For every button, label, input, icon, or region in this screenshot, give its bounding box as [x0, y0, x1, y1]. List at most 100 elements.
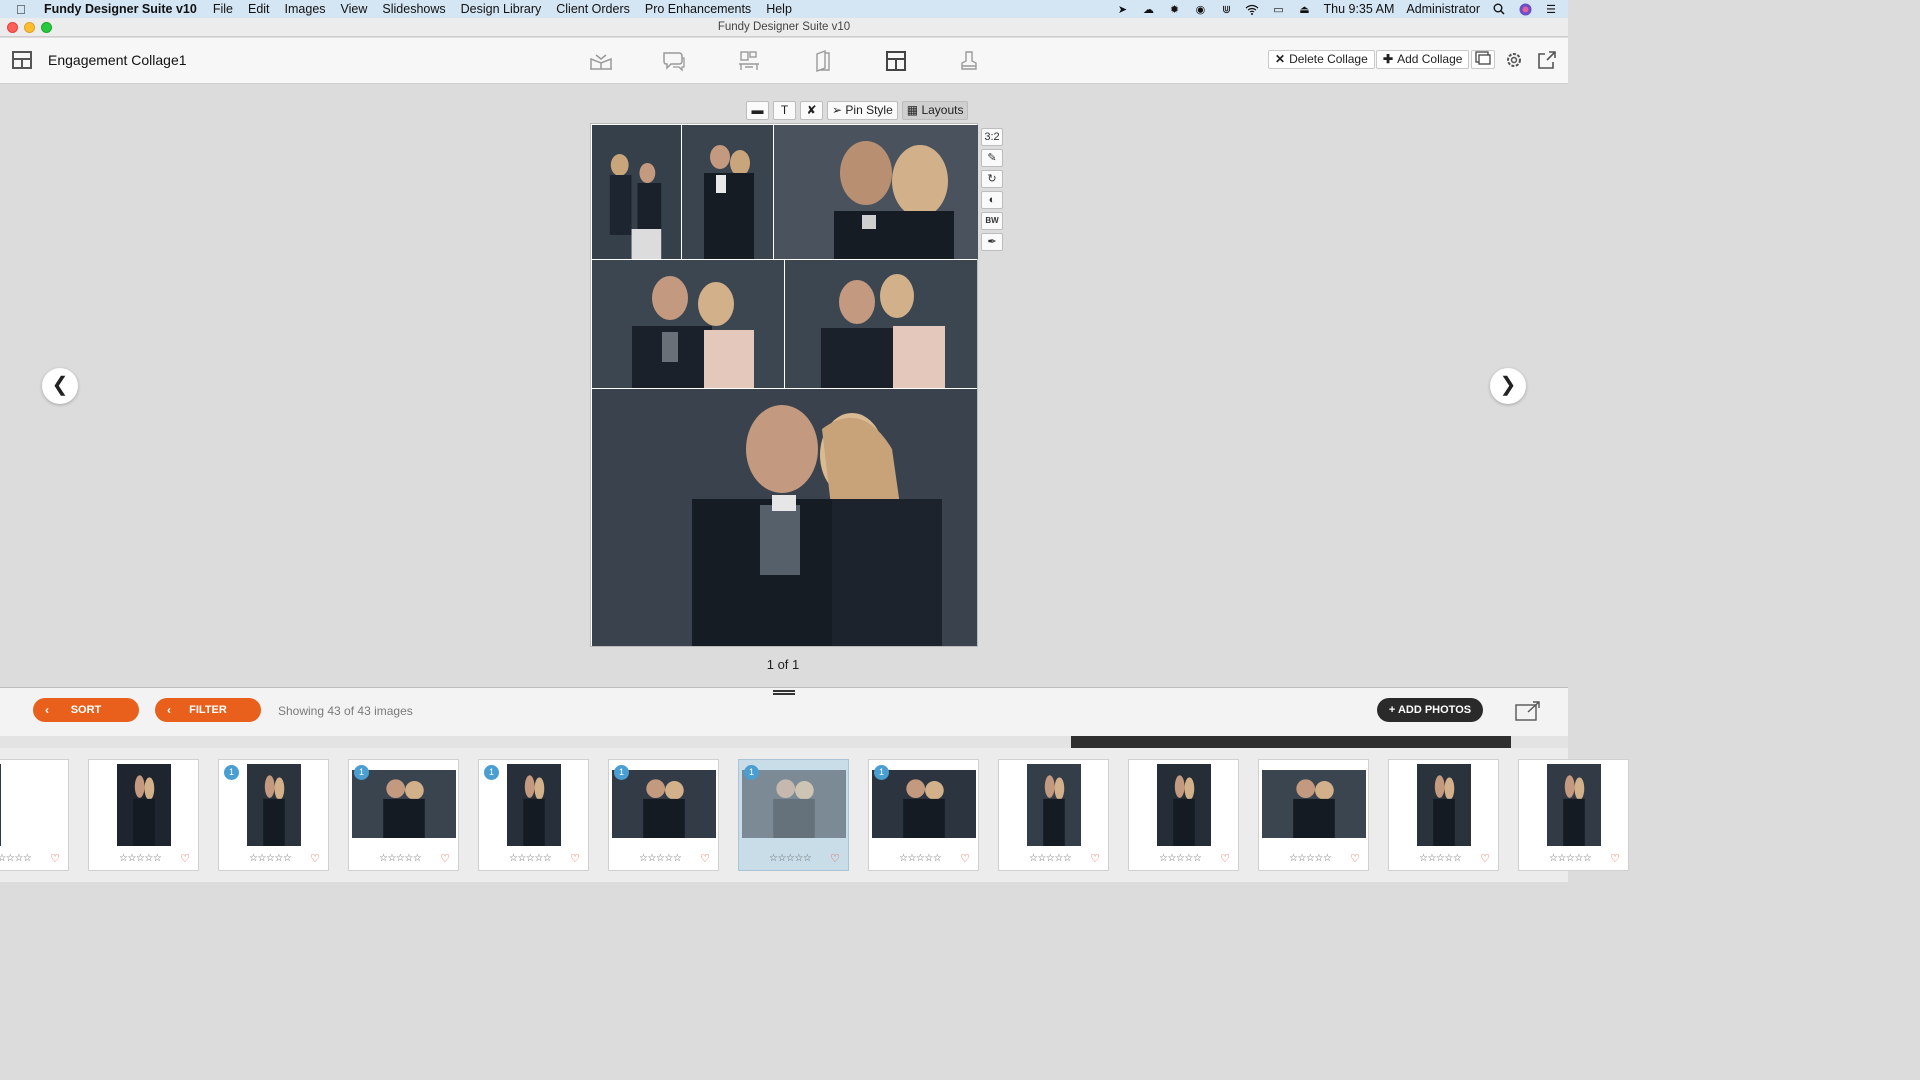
- star-rating[interactable]: ☆☆☆☆☆: [1419, 853, 1462, 864]
- filmstrip-thumbnail[interactable]: ☆☆☆☆☆ ♡: [88, 759, 199, 871]
- filmstrip-thumbnail[interactable]: ☆☆☆☆☆ ♡: [1258, 759, 1369, 871]
- add-collage-button[interactable]: ✚ Add Collage: [1376, 50, 1470, 69]
- filmstrip-thumbnail[interactable]: 1 ☆☆☆☆☆ ♡: [868, 759, 979, 871]
- menu-help[interactable]: Help: [766, 2, 792, 16]
- menu-images[interactable]: Images: [285, 2, 326, 16]
- resize-grip-icon[interactable]: [773, 690, 795, 695]
- favorite-heart-icon[interactable]: ♡: [50, 852, 60, 865]
- settings-gear-icon[interactable]: [1503, 50, 1525, 70]
- pin-style-button[interactable]: ➢ Pin Style: [827, 101, 898, 120]
- collage-photo-6[interactable]: [592, 389, 977, 646]
- line-tool-button[interactable]: ▬: [746, 101, 769, 120]
- airplay-icon[interactable]: ▭: [1271, 3, 1285, 16]
- rotate-icon[interactable]: ↻: [981, 170, 1003, 188]
- app-designer-mode-icon[interactable]: [956, 49, 982, 73]
- export-view-button[interactable]: [1471, 50, 1495, 69]
- favorite-heart-icon[interactable]: ♡: [830, 852, 840, 865]
- filmstrip-thumbnail[interactable]: ☆☆☆☆☆ ♡: [1388, 759, 1499, 871]
- bluetooth-icon[interactable]: ⋓: [1219, 3, 1233, 16]
- favorite-heart-icon[interactable]: ♡: [1610, 852, 1620, 865]
- aspect-ratio-button[interactable]: 3:2: [981, 128, 1003, 146]
- filter-button[interactable]: ‹ FILTER: [155, 698, 261, 722]
- album-designer-mode-icon[interactable]: [588, 49, 614, 73]
- apple-logo-icon[interactable]: : [16, 2, 32, 17]
- menu-design-library[interactable]: Design Library: [461, 2, 542, 16]
- filmstrip-scrollbar[interactable]: [0, 736, 1568, 748]
- tools-wrench-button[interactable]: ✘: [800, 101, 823, 120]
- star-rating[interactable]: ☆☆☆☆☆: [1159, 853, 1202, 864]
- filmstrip-thumbnail[interactable]: 1 ☆☆☆☆☆ ♡: [218, 759, 329, 871]
- control-center-icon[interactable]: ☰: [1544, 3, 1558, 16]
- favorite-heart-icon[interactable]: ♡: [440, 852, 450, 865]
- document-title[interactable]: Engagement Collage1: [48, 52, 187, 68]
- filmstrip-thumbnail[interactable]: 1 ☆☆☆☆☆ ♡: [478, 759, 589, 871]
- gear-status-icon[interactable]: ✹: [1167, 3, 1181, 16]
- star-rating[interactable]: ☆☆☆☆☆: [509, 853, 552, 864]
- filmstrip-thumbnail[interactable]: 1 ☆☆☆☆☆ ♡: [608, 759, 719, 871]
- previous-page-button[interactable]: ❮: [42, 368, 78, 404]
- favorite-heart-icon[interactable]: ♡: [960, 852, 970, 865]
- collage-photo-1[interactable]: [592, 125, 681, 259]
- filmstrip-thumbnail[interactable]: ☆☆☆☆☆ ♡: [1128, 759, 1239, 871]
- collage-photo-3[interactable]: [774, 125, 978, 259]
- color-adjust-icon[interactable]: ◐: [981, 191, 1003, 209]
- filmstrip-thumbnail[interactable]: 1 ☆☆☆☆☆ ♡: [348, 759, 459, 871]
- menu-file[interactable]: File: [213, 2, 233, 16]
- favorite-heart-icon[interactable]: ♡: [700, 852, 710, 865]
- scrollbar-thumb[interactable]: [1071, 736, 1511, 748]
- black-white-button[interactable]: BW: [981, 212, 1003, 230]
- star-rating[interactable]: ☆☆☆☆☆: [899, 853, 942, 864]
- pop-out-icon[interactable]: [1536, 50, 1558, 70]
- filmstrip-thumbnail[interactable]: ☆☆☆☆☆ ♡: [1518, 759, 1629, 871]
- filmstrip-thumbnail[interactable]: ☆☆☆☆☆ ♡: [998, 759, 1109, 871]
- collage-layout-icon[interactable]: [12, 51, 32, 69]
- collage-photo-2[interactable]: [682, 125, 773, 259]
- user-name[interactable]: Administrator: [1406, 2, 1480, 16]
- favorite-heart-icon[interactable]: ♡: [1480, 852, 1490, 865]
- star-rating[interactable]: ☆☆☆☆☆: [1549, 853, 1592, 864]
- edit-pencil-icon[interactable]: ✎: [981, 149, 1003, 167]
- text-tool-button[interactable]: T: [773, 101, 796, 120]
- star-rating[interactable]: ☆☆☆☆☆: [1029, 853, 1072, 864]
- collage-page[interactable]: [590, 123, 978, 647]
- collage-photo-4[interactable]: [592, 260, 784, 388]
- add-photos-button[interactable]: + ADD PHOTOS: [1377, 698, 1483, 722]
- favorite-heart-icon[interactable]: ♡: [1090, 852, 1100, 865]
- menu-pro-enhancements[interactable]: Pro Enhancements: [645, 2, 751, 16]
- password-manager-icon[interactable]: ◉: [1193, 3, 1207, 16]
- eject-icon[interactable]: ⏏: [1297, 3, 1311, 16]
- favorite-heart-icon[interactable]: ♡: [310, 852, 320, 865]
- menu-slideshows[interactable]: Slideshows: [382, 2, 445, 16]
- layouts-button[interactable]: ▦ Layouts: [901, 101, 969, 120]
- delete-collage-button[interactable]: ✕ Delete Collage: [1268, 50, 1375, 69]
- collage-designer-mode-icon[interactable]: [883, 49, 909, 73]
- clock[interactable]: Thu 9:35 AM: [1323, 2, 1394, 16]
- zoom-window-button[interactable]: [41, 22, 52, 33]
- proofing-chat-mode-icon[interactable]: [661, 49, 687, 73]
- filmstrip-thumbnail[interactable]: ☆☆☆☆☆ ♡: [0, 759, 69, 871]
- next-page-button[interactable]: ❯: [1490, 368, 1526, 404]
- collage-photo-5[interactable]: [785, 260, 977, 388]
- star-rating[interactable]: ☆☆☆☆☆: [639, 853, 682, 864]
- sort-button[interactable]: ‹ SORT: [33, 698, 139, 722]
- retouch-brush-icon[interactable]: ✒: [981, 233, 1003, 251]
- close-window-button[interactable]: [7, 22, 18, 33]
- expand-filmstrip-icon[interactable]: [1514, 700, 1542, 722]
- star-rating[interactable]: ☆☆☆☆☆: [0, 853, 32, 864]
- menu-edit[interactable]: Edit: [248, 2, 270, 16]
- menu-app-name[interactable]: Fundy Designer Suite v10: [44, 2, 197, 16]
- favorite-heart-icon[interactable]: ♡: [180, 852, 190, 865]
- star-rating[interactable]: ☆☆☆☆☆: [769, 853, 812, 864]
- menu-client-orders[interactable]: Client Orders: [556, 2, 630, 16]
- favorite-heart-icon[interactable]: ♡: [570, 852, 580, 865]
- wifi-icon[interactable]: [1245, 3, 1259, 15]
- cloud-icon[interactable]: ☁: [1141, 3, 1155, 16]
- status-app-icon[interactable]: ➤: [1115, 3, 1129, 16]
- favorite-heart-icon[interactable]: ♡: [1220, 852, 1230, 865]
- star-rating[interactable]: ☆☆☆☆☆: [379, 853, 422, 864]
- menu-view[interactable]: View: [341, 2, 368, 16]
- star-rating[interactable]: ☆☆☆☆☆: [1289, 853, 1332, 864]
- favorite-heart-icon[interactable]: ♡: [1350, 852, 1360, 865]
- siri-icon[interactable]: [1518, 3, 1532, 15]
- card-designer-mode-icon[interactable]: [810, 49, 836, 73]
